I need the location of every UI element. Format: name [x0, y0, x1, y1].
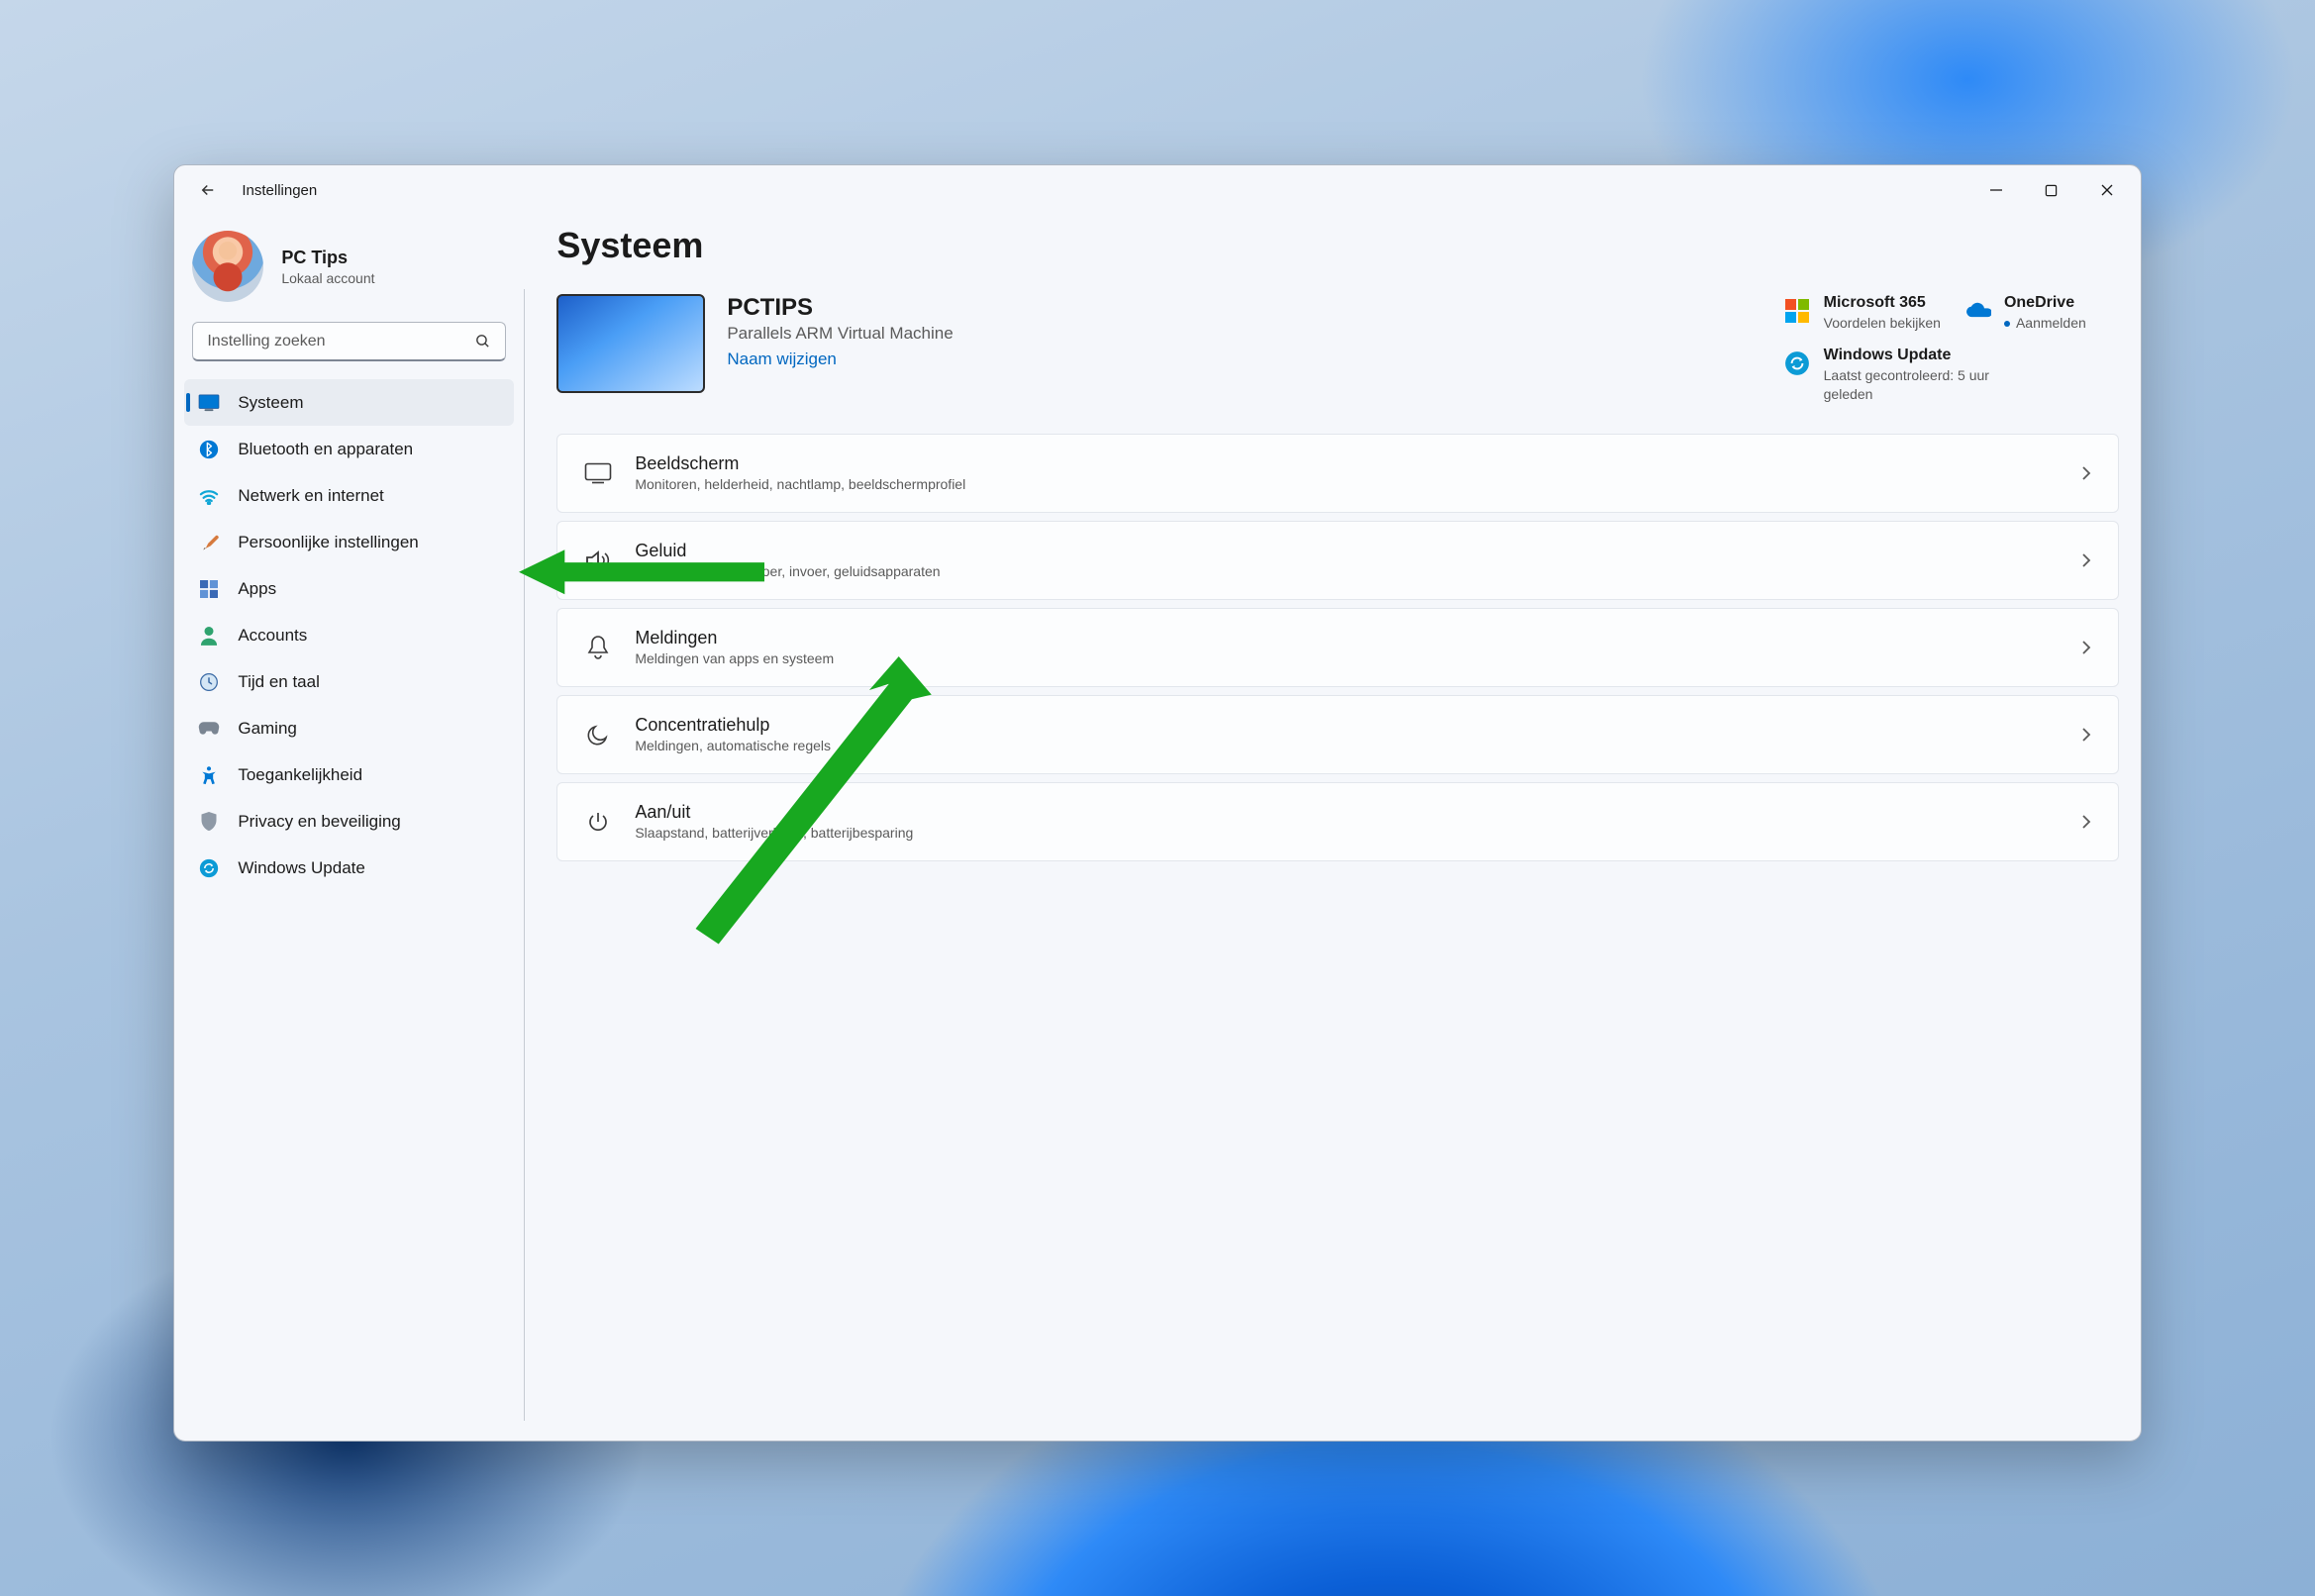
close-button[interactable] — [2079, 170, 2135, 210]
microsoft-icon — [1782, 296, 1812, 326]
system-icon — [198, 392, 220, 414]
sidebar-item-gaming[interactable]: Gaming — [184, 705, 514, 751]
card-notifications[interactable]: Meldingen Meldingen van apps en systeem — [556, 608, 2118, 687]
tile-title: Microsoft 365 — [1824, 294, 1941, 312]
sidebar-item-label: Apps — [238, 579, 276, 599]
card-focus-assist[interactable]: Concentratiehulp Meldingen, automatische… — [556, 695, 2118, 774]
sidebar-item-label: Toegankelijkheid — [238, 765, 362, 785]
sidebar: PC Tips Lokaal account Systeem — [174, 215, 524, 1441]
chevron-right-icon — [2074, 727, 2098, 743]
sidebar-item-label: Privacy en beveiliging — [238, 812, 400, 832]
settings-cards: Beeldscherm Monitoren, helderheid, nacht… — [556, 434, 2118, 861]
hero: PCTIPS Parallels ARM Virtual Machine Naa… — [556, 294, 2118, 404]
sidebar-item-accessibility[interactable]: Toegankelijkheid — [184, 751, 514, 798]
card-title: Geluid — [635, 541, 2073, 561]
card-title: Beeldscherm — [635, 453, 2073, 474]
search-input[interactable] — [207, 333, 474, 350]
window-controls — [1968, 170, 2135, 210]
shield-icon — [198, 811, 220, 833]
back-button[interactable] — [188, 170, 228, 210]
chevron-right-icon — [2074, 465, 2098, 481]
accessibility-icon — [198, 764, 220, 786]
sidebar-item-bluetooth[interactable]: Bluetooth en apparaten — [184, 426, 514, 472]
tile-sub: Laatst gecontroleerd: 5 uur geleden — [1824, 366, 2012, 404]
chevron-right-icon — [2074, 814, 2098, 830]
pc-model: Parallels ARM Virtual Machine — [727, 324, 1781, 344]
tile-windows-update[interactable]: Windows Update Laatst gecontroleerd: 5 u… — [1782, 347, 2012, 404]
sidebar-item-update[interactable]: Windows Update — [184, 845, 514, 891]
sidebar-item-label: Bluetooth en apparaten — [238, 440, 413, 459]
chevron-right-icon — [2074, 640, 2098, 655]
sidebar-item-system[interactable]: Systeem — [184, 379, 514, 426]
bluetooth-icon — [198, 439, 220, 460]
tile-microsoft-365[interactable]: Microsoft 365 Voordelen bekijken — [1782, 294, 1941, 333]
card-sub: Meldingen van apps en systeem — [635, 650, 2073, 666]
rename-link[interactable]: Naam wijzigen — [727, 349, 1781, 369]
card-sub: Monitoren, helderheid, nachtlamp, beelds… — [635, 476, 2073, 492]
profile-block[interactable]: PC Tips Lokaal account — [174, 221, 524, 322]
apps-icon — [198, 578, 220, 600]
sidebar-item-network[interactable]: Netwerk en internet — [184, 472, 514, 519]
card-title: Aan/uit — [635, 802, 2073, 823]
page-title: Systeem — [556, 225, 2118, 266]
tile-sub: Aanmelden — [2004, 314, 2086, 333]
update-icon — [1782, 349, 1812, 378]
nav: Systeem Bluetooth en apparaten Netwerk e… — [174, 373, 524, 897]
update-icon — [198, 857, 220, 879]
card-title: Concentratiehulp — [635, 715, 2073, 736]
sidebar-item-label: Persoonlijke instellingen — [238, 533, 418, 552]
tile-onedrive[interactable]: OneDrive Aanmelden — [1963, 294, 2086, 333]
sidebar-item-personalization[interactable]: Persoonlijke instellingen — [184, 519, 514, 565]
sound-icon — [577, 549, 619, 572]
card-sub: Meldingen, automatische regels — [635, 738, 2073, 753]
search-icon — [474, 333, 491, 349]
bell-icon — [577, 635, 619, 660]
pc-name: PCTIPS — [727, 294, 1781, 322]
sidebar-item-label: Tijd en taal — [238, 672, 320, 692]
window-title: Instellingen — [242, 182, 317, 199]
onedrive-icon — [1963, 296, 1992, 326]
card-sub: Volume niveaus, uitvoer, invoer, geluids… — [635, 563, 2073, 579]
wifi-icon — [198, 485, 220, 507]
card-sound[interactable]: Geluid Volume niveaus, uitvoer, invoer, … — [556, 521, 2118, 600]
sidebar-item-label: Windows Update — [238, 858, 365, 878]
settings-window: Instellingen PC Tips Lokaal account — [173, 164, 2141, 1442]
sidebar-item-label: Systeem — [238, 393, 303, 413]
sidebar-item-label: Gaming — [238, 719, 297, 739]
sidebar-item-time[interactable]: Tijd en taal — [184, 658, 514, 705]
moon-icon — [577, 723, 619, 747]
sidebar-item-label: Netwerk en internet — [238, 486, 383, 506]
avatar — [192, 231, 263, 302]
tile-title: Windows Update — [1824, 347, 2012, 364]
power-icon — [577, 810, 619, 834]
card-display[interactable]: Beeldscherm Monitoren, helderheid, nacht… — [556, 434, 2118, 513]
pc-thumbnail — [556, 294, 705, 393]
profile-name: PC Tips — [281, 248, 374, 268]
card-power[interactable]: Aan/uit Slaapstand, batterijverbruik, ba… — [556, 782, 2118, 861]
sidebar-item-apps[interactable]: Apps — [184, 565, 514, 612]
search-box[interactable] — [192, 322, 506, 361]
tile-title: OneDrive — [2004, 294, 2086, 312]
minimize-button[interactable] — [1968, 170, 2024, 210]
sidebar-item-accounts[interactable]: Accounts — [184, 612, 514, 658]
content: Systeem PCTIPS Parallels ARM Virtual Mac… — [525, 215, 2140, 1441]
hero-tiles: Microsoft 365 Voordelen bekijken OneDriv… — [1782, 294, 2119, 404]
chevron-right-icon — [2074, 552, 2098, 568]
clock-icon — [198, 671, 220, 693]
tile-sub: Voordelen bekijken — [1824, 314, 1941, 333]
sidebar-item-privacy[interactable]: Privacy en beveiliging — [184, 798, 514, 845]
card-title: Meldingen — [635, 628, 2073, 648]
profile-account-type: Lokaal account — [281, 270, 374, 286]
titlebar: Instellingen — [174, 165, 2140, 215]
gamepad-icon — [198, 718, 220, 740]
display-icon — [577, 462, 619, 484]
person-icon — [198, 625, 220, 647]
maximize-button[interactable] — [2024, 170, 2079, 210]
sidebar-item-label: Accounts — [238, 626, 307, 646]
card-sub: Slaapstand, batterijverbruik, batterijbe… — [635, 825, 2073, 841]
brush-icon — [198, 532, 220, 553]
